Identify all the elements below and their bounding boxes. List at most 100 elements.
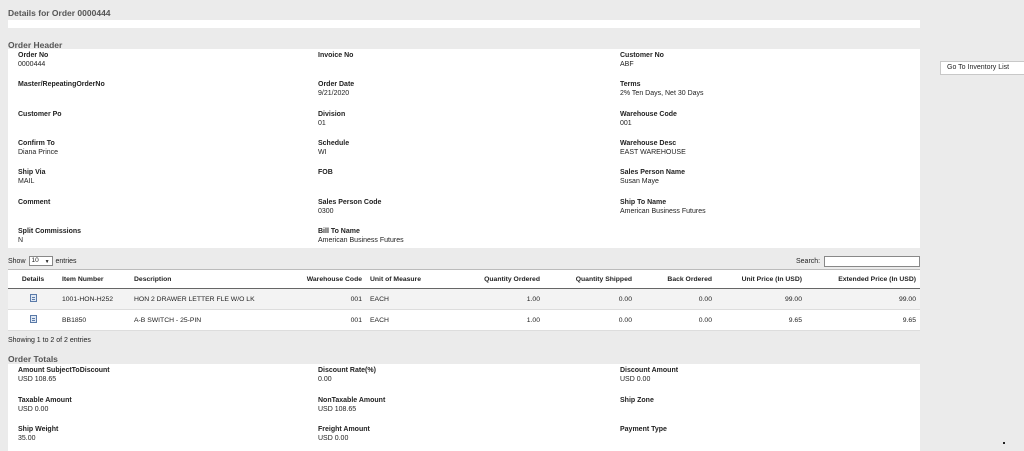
- field-value: N: [18, 236, 24, 244]
- field-label: Bill To Name: [318, 227, 360, 235]
- field-label: Ship Zone: [620, 396, 654, 404]
- field-discount-rate: Discount Rate(%) 0.00: [318, 366, 376, 384]
- extended-price: 99.00: [806, 288, 920, 310]
- field-ship-to-name: Ship To Name American Business Futures: [620, 198, 706, 216]
- field-label: Freight Amount: [318, 426, 370, 433]
- field-label: Taxable Amount: [18, 396, 72, 404]
- field-label: Warehouse Code: [620, 110, 677, 118]
- field-ship-zone: Ship Zone: [620, 396, 654, 405]
- quantity-shipped: 0.00: [544, 288, 636, 310]
- field-warehouse-code: Warehouse Code 001: [620, 110, 677, 128]
- field-label: Customer No: [620, 52, 664, 59]
- field-label: Discount Amount: [620, 367, 679, 374]
- description: A-B SWITCH - 25-PIN: [130, 309, 280, 331]
- order-lines-table: Details Item Number Description Warehous…: [8, 269, 920, 331]
- field-terms: Terms 2% Ten Days, Net 30 Days: [620, 80, 704, 98]
- page-title: Details for Order 0000444: [8, 8, 111, 18]
- column-header[interactable]: Unit of Measure: [366, 269, 452, 289]
- item-number: 1001-HON-H252: [58, 288, 130, 310]
- field-value: 35.00: [18, 435, 36, 442]
- quantity-ordered: 1.00: [452, 288, 544, 310]
- column-header[interactable]: Item Number: [58, 269, 130, 289]
- field-label: Terms: [620, 81, 641, 89]
- field-label: Payment Type: [620, 426, 667, 433]
- field-label: Ship Via: [18, 169, 46, 177]
- search-input[interactable]: [824, 256, 921, 267]
- unit-price: 99.00: [716, 288, 806, 310]
- field-label: Ship Weight: [18, 426, 59, 433]
- search-label: Search:: [796, 258, 821, 265]
- chevron-down-icon: ▼: [44, 259, 50, 265]
- field-bill-to-name: Bill To Name American Business Futures: [318, 227, 404, 245]
- field-label: NonTaxable Amount: [318, 396, 386, 404]
- field-label: FOB: [318, 169, 333, 177]
- column-header[interactable]: Quantity Shipped: [544, 269, 636, 289]
- column-header[interactable]: Details: [8, 269, 58, 289]
- quantity-shipped: 0.00: [544, 309, 636, 331]
- field-value: USD 0.00: [18, 405, 49, 413]
- field-label: Split Commissions: [18, 227, 82, 235]
- description: HON 2 DRAWER LETTER FLE W/O LK: [130, 288, 280, 310]
- field-nontaxable-amount: NonTaxable Amount USD 108.65: [318, 396, 385, 414]
- details-icon[interactable]: [29, 315, 37, 323]
- table-row: BB1850 A-B SWITCH - 25-PIN 001 EACH 1.00…: [8, 309, 920, 331]
- column-header[interactable]: Description: [130, 269, 280, 289]
- column-header[interactable]: Extended Price (In USD): [806, 269, 920, 289]
- field-fob: FOB: [318, 168, 333, 177]
- field-customer-po: Customer Po: [18, 110, 62, 119]
- field-value: Susan Maye: [620, 178, 659, 186]
- field-label: Customer Po: [18, 110, 62, 118]
- go-to-inventory-button[interactable]: Go To Inventory List: [940, 61, 1024, 75]
- field-amount-subjecttodiscount: Amount SubjectToDiscount USD 108.65: [18, 366, 110, 384]
- field-value: WI: [318, 148, 327, 156]
- field-confirm-to: Confirm To Diana Prince: [18, 139, 58, 157]
- order-totals-title: Order Totals: [8, 354, 58, 364]
- field-value: 9/21/2020: [318, 90, 350, 98]
- unit-of-measure: EACH: [366, 288, 452, 310]
- column-header[interactable]: Quantity Ordered: [452, 269, 544, 289]
- extended-price: 9.65: [806, 309, 920, 331]
- column-header[interactable]: Unit Price (In USD): [716, 269, 806, 289]
- show-label: Show: [8, 257, 26, 265]
- field-value: 2% Ten Days, Net 30 Days: [620, 90, 704, 98]
- field-value: 0300: [318, 207, 334, 215]
- field-value: USD 108.65: [18, 376, 57, 383]
- resize-dot: [1003, 442, 1005, 444]
- field-label: Amount SubjectToDiscount: [18, 367, 110, 374]
- field-comment: Comment: [18, 198, 50, 207]
- field-value: American Business Futures: [620, 207, 706, 215]
- search-box: Search:: [796, 256, 921, 267]
- table-info: Showing 1 to 2 of 2 entries: [8, 337, 91, 344]
- field-value: 001: [620, 119, 632, 127]
- details-icon[interactable]: [29, 294, 37, 302]
- page-length-select[interactable]: 10 ▼: [28, 256, 53, 266]
- field-customer-no: Customer No ABF: [620, 51, 664, 69]
- field-label: Ship To Name: [620, 198, 667, 206]
- field-label: Division: [318, 110, 346, 118]
- field-label: Discount Rate(%): [318, 367, 376, 374]
- field-value: 0.00: [318, 376, 332, 383]
- unit-price: 9.65: [716, 309, 806, 331]
- field-ship-weight: Ship Weight 35.00: [18, 425, 58, 443]
- field-payment-type: Payment Type: [620, 425, 667, 434]
- field-label: Master/RepeatingOrderNo: [18, 81, 105, 89]
- field-label: Confirm To: [18, 139, 55, 147]
- field-value: ABF: [620, 61, 634, 68]
- back-ordered: 0.00: [636, 288, 716, 310]
- item-number: BB1850: [58, 309, 130, 331]
- show-entries: Show 10 ▼ entries: [8, 256, 77, 266]
- column-header[interactable]: Warehouse Code: [280, 269, 366, 289]
- field-label: Warehouse Desc: [620, 139, 677, 147]
- field-value: EAST WAREHOUSE: [620, 148, 686, 156]
- field-value: USD 108.65: [318, 405, 357, 413]
- field-schedule: Schedule WI: [318, 139, 349, 157]
- field-value: American Business Futures: [318, 236, 404, 244]
- field-taxable-amount: Taxable Amount USD 0.00: [18, 396, 72, 414]
- column-header[interactable]: Back Ordered: [636, 269, 716, 289]
- warehouse-code: 001: [280, 288, 366, 310]
- quantity-ordered: 1.00: [452, 309, 544, 331]
- unit-of-measure: EACH: [366, 309, 452, 331]
- entries-label: entries: [55, 257, 77, 265]
- field-warehouse-desc: Warehouse Desc EAST WAREHOUSE: [620, 139, 686, 157]
- field-invoice-no: Invoice No: [318, 51, 353, 60]
